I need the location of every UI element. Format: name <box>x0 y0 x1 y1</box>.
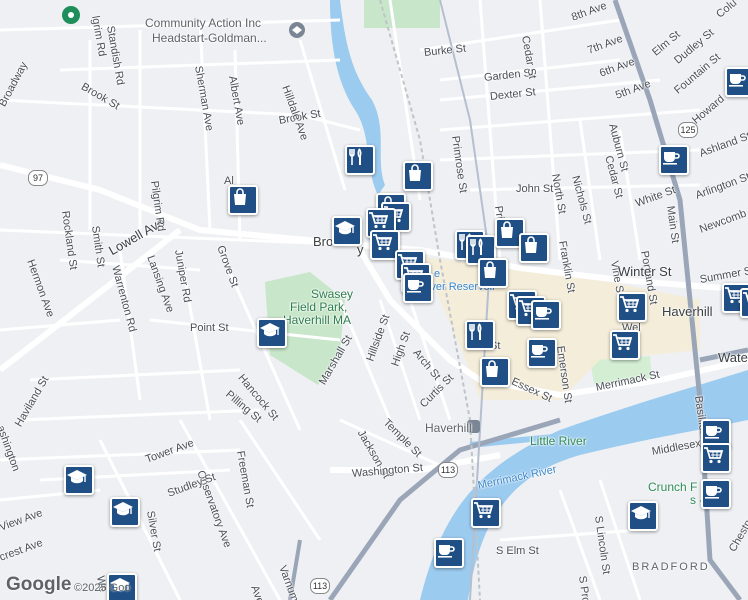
route-113-shield: 113 <box>438 462 458 478</box>
poi-marker-shop[interactable] <box>403 161 433 191</box>
bradford-label: BRADFORD <box>632 561 710 573</box>
poi-marker-restaurant[interactable] <box>345 145 375 175</box>
street-label: S Elm St <box>496 545 539 557</box>
poi-marker-shop[interactable] <box>478 258 508 288</box>
poi-marker-shop[interactable] <box>228 185 258 215</box>
poi-marker-school[interactable] <box>628 501 658 531</box>
street-label: John St <box>516 183 554 195</box>
street-label: Water <box>718 350 748 365</box>
poi-marker-grocery[interactable] <box>610 330 640 360</box>
poi-marker-shop[interactable] <box>480 357 510 387</box>
poi-marker-school[interactable] <box>257 318 287 348</box>
crunch-label[interactable]: Crunch F <box>648 481 697 493</box>
reservoir-prefix-label: e <box>434 268 441 280</box>
poi-marker-cafe[interactable] <box>527 338 557 368</box>
poi-marker-school[interactable] <box>110 497 140 527</box>
poi-marker-cafe[interactable] <box>659 145 689 175</box>
map-canvas[interactable]: Community Action Inc Headstart-Goldman..… <box>0 0 748 600</box>
route-113-shield: 113 <box>310 578 330 594</box>
little-river-label: Little River <box>530 434 587 448</box>
headstart-label[interactable]: Headstart-Goldman... <box>152 32 267 44</box>
poi-marker-grocery[interactable] <box>701 443 731 473</box>
street-label: Winter St <box>618 264 672 279</box>
poi-marker-restaurant[interactable] <box>465 320 495 350</box>
google-logo: Google <box>6 574 72 595</box>
swasey-park-label-3: Haverhill MA <box>283 313 352 327</box>
poi-marker-cafe[interactable] <box>701 479 731 509</box>
copyright-text: ©2025 Goo <box>74 582 131 594</box>
poi-marker-cafe[interactable] <box>531 300 561 330</box>
community-action-label[interactable]: Community Action Inc <box>145 17 261 29</box>
haverhill-station-label[interactable]: Haverhill <box>425 422 472 434</box>
poi-marker-cafe[interactable] <box>434 538 464 568</box>
poi-marker-school[interactable] <box>332 216 362 246</box>
poi-marker-school[interactable] <box>64 465 94 495</box>
poi-marker-grocery[interactable] <box>740 288 748 318</box>
route-125-shield: 125 <box>678 122 698 138</box>
route-97-shield: 97 <box>28 170 48 186</box>
poi-marker-shop[interactable] <box>519 233 549 263</box>
poi-marker-cafe[interactable] <box>725 67 748 97</box>
haverhill-city-label: Haverhill <box>662 304 713 319</box>
poi-marker-cafe[interactable] <box>403 273 433 303</box>
poi-marker-grocery[interactable] <box>617 292 647 322</box>
street-label: Point St <box>190 322 229 334</box>
poi-marker-grocery[interactable] <box>471 498 501 528</box>
